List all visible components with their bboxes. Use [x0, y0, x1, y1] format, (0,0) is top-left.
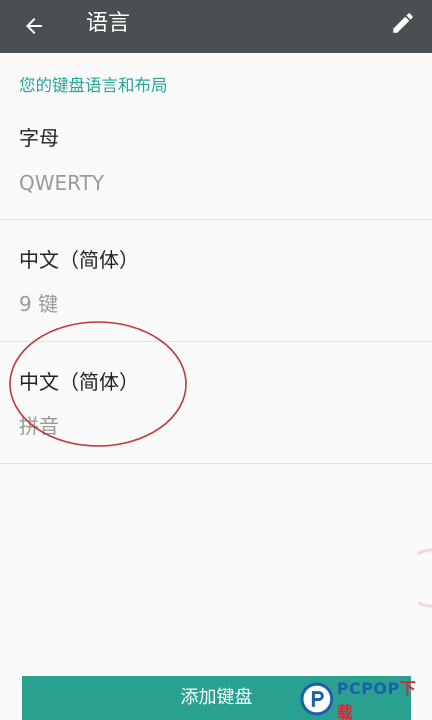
pcpop-logo-icon	[300, 682, 334, 716]
language-layout: QWERTY	[19, 171, 105, 195]
watermark-text: PCPOP下载	[337, 675, 432, 720]
watermark: PCPOP下载	[300, 678, 432, 720]
language-name: 中文（简体）	[19, 248, 139, 272]
back-button[interactable]	[18, 10, 50, 42]
language-name: 字母	[19, 126, 59, 150]
language-layout: 9 键	[19, 292, 59, 316]
pencil-edit-icon	[393, 13, 413, 33]
arrow-back-icon	[26, 18, 42, 34]
app-toolbar: 语言	[0, 0, 432, 53]
language-item-alphabet[interactable]: 字母 QWERTY	[0, 105, 432, 220]
page-title: 语言	[86, 11, 131, 36]
floating-handle-icon	[418, 548, 432, 608]
annotation-circle	[9, 321, 187, 447]
watermark-brand: PCPOP	[336, 679, 400, 698]
section-header: 您的键盘语言和布局	[19, 76, 168, 95]
edit-button[interactable]	[386, 6, 420, 40]
